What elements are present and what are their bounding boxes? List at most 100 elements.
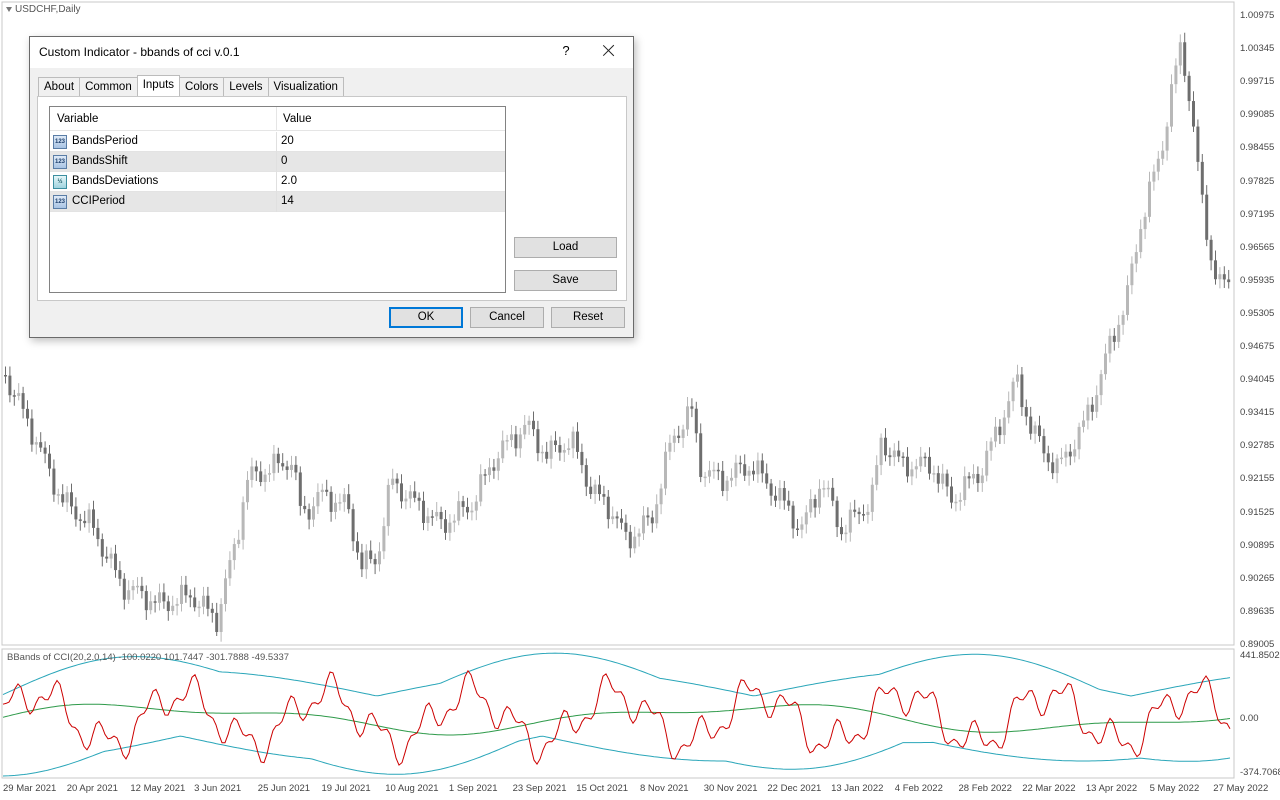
input-row-cciperiod[interactable]: 123 CCIPeriod 14 bbox=[50, 192, 505, 212]
variable-value[interactable]: 2.0 bbox=[281, 175, 297, 187]
candle-body bbox=[844, 532, 848, 535]
candle-body bbox=[831, 487, 835, 501]
date-tick: 15 Oct 2021 bbox=[576, 783, 629, 794]
candle-body bbox=[21, 393, 25, 409]
cancel-button[interactable]: Cancel bbox=[470, 307, 544, 328]
candle-body bbox=[1156, 158, 1160, 172]
candle-body bbox=[681, 429, 685, 438]
int-icon: 123 bbox=[53, 155, 67, 169]
column-header-value[interactable]: Value bbox=[283, 113, 312, 125]
date-tick: 10 Aug 2021 bbox=[385, 783, 439, 794]
candle-body bbox=[822, 488, 826, 490]
tab-colors[interactable]: Colors bbox=[179, 77, 225, 96]
symbol-label[interactable]: USDCHF,Daily bbox=[6, 4, 81, 15]
candle-body bbox=[690, 406, 694, 409]
candle-body bbox=[1178, 42, 1182, 66]
column-header-variable[interactable]: Variable bbox=[57, 113, 98, 125]
candle-body bbox=[320, 489, 324, 493]
dialog-titlebar[interactable]: Custom Indicator - bbands of cci v.0.1 ? bbox=[30, 37, 633, 68]
candle-body bbox=[554, 440, 557, 446]
close-icon[interactable] bbox=[599, 41, 619, 61]
candle-body bbox=[448, 522, 452, 533]
candle-body bbox=[1055, 458, 1059, 474]
candle-body bbox=[1086, 404, 1090, 421]
candle-body bbox=[1042, 436, 1046, 454]
tab-about[interactable]: About bbox=[38, 77, 81, 96]
candle-body bbox=[96, 527, 100, 540]
candle-body bbox=[215, 612, 219, 632]
inputs-grid[interactable]: Variable Value 123 BandsPeriod 20 123 Ba… bbox=[49, 106, 506, 293]
column-divider[interactable] bbox=[276, 107, 277, 131]
date-tick: 27 May 2022 bbox=[1213, 783, 1269, 794]
candle-body bbox=[730, 477, 733, 481]
candle-body bbox=[272, 453, 276, 474]
candle-body bbox=[936, 473, 940, 484]
load-button[interactable]: Load bbox=[514, 237, 617, 258]
date-tick: 13 Apr 2022 bbox=[1085, 783, 1138, 794]
variable-value[interactable]: 14 bbox=[281, 195, 294, 207]
candle-body bbox=[307, 509, 311, 520]
candle-body bbox=[100, 539, 104, 557]
candle-body bbox=[747, 470, 751, 476]
candle-body bbox=[316, 492, 320, 507]
candle-body bbox=[4, 375, 7, 377]
candle-body bbox=[804, 512, 808, 525]
price-tick: 0.97825 bbox=[1240, 175, 1275, 187]
date-tick: 29 Mar 2021 bbox=[3, 783, 57, 794]
candle-body bbox=[642, 515, 645, 534]
variable-value[interactable]: 0 bbox=[281, 155, 287, 167]
candle-body bbox=[884, 437, 887, 456]
candle-body bbox=[1214, 260, 1217, 280]
int-icon: 123 bbox=[53, 195, 67, 209]
candle-body bbox=[853, 509, 857, 512]
candle-body bbox=[444, 519, 447, 533]
candle-body bbox=[136, 585, 139, 588]
candle-body bbox=[237, 539, 241, 545]
candle-body bbox=[144, 591, 148, 611]
candle-body bbox=[386, 484, 390, 527]
tab-visualization[interactable]: Visualization bbox=[267, 77, 344, 96]
candle-body bbox=[1033, 425, 1037, 434]
candle-body bbox=[1165, 126, 1169, 151]
candle-body bbox=[1152, 171, 1156, 182]
candle-body bbox=[1205, 194, 1209, 240]
candle-body bbox=[1130, 263, 1134, 286]
candle-body bbox=[1024, 407, 1028, 417]
candle-body bbox=[906, 456, 909, 477]
candle-body bbox=[426, 516, 430, 523]
candle-body bbox=[408, 491, 412, 499]
input-row-bandsperiod[interactable]: 123 BandsPeriod 20 bbox=[50, 132, 505, 152]
candle-body bbox=[743, 464, 747, 476]
cell-divider bbox=[276, 152, 277, 172]
candle-body bbox=[721, 470, 725, 491]
candle-body bbox=[140, 585, 144, 592]
save-button[interactable]: Save bbox=[514, 270, 617, 291]
candle-body bbox=[404, 498, 408, 502]
tab-inputs[interactable]: Inputs bbox=[136, 75, 181, 96]
candle-body bbox=[171, 605, 175, 612]
candle-body bbox=[1073, 449, 1077, 457]
indicator-label: BBands of CCI(20,2.0,14) -100.0220 101.7… bbox=[7, 652, 290, 663]
price-tick: 0.93415 bbox=[1240, 407, 1275, 419]
candle-body bbox=[994, 426, 997, 442]
tab-common[interactable]: Common bbox=[79, 77, 138, 96]
candle-body bbox=[954, 501, 958, 504]
candle-body bbox=[791, 505, 795, 529]
input-row-bandsdeviations[interactable]: ½ BandsDeviations 2.0 bbox=[50, 172, 505, 192]
help-button[interactable]: ? bbox=[558, 43, 574, 61]
candle-body bbox=[461, 501, 465, 507]
candle-body bbox=[153, 601, 157, 603]
ok-button[interactable]: OK bbox=[389, 307, 463, 328]
reset-button[interactable]: Reset bbox=[551, 307, 625, 328]
candle-body bbox=[602, 494, 606, 497]
candle-body bbox=[246, 479, 249, 503]
candle-body bbox=[760, 460, 764, 474]
input-row-bandsshift[interactable]: 123 BandsShift 0 bbox=[50, 152, 505, 172]
candle-body bbox=[347, 494, 351, 510]
indicator-tick: -374.7068 bbox=[1240, 767, 1280, 778]
candle-body bbox=[567, 448, 571, 451]
tab-levels[interactable]: Levels bbox=[223, 77, 269, 96]
variable-value[interactable]: 20 bbox=[281, 135, 294, 147]
candle-body bbox=[303, 505, 307, 510]
cell-divider bbox=[276, 132, 277, 152]
